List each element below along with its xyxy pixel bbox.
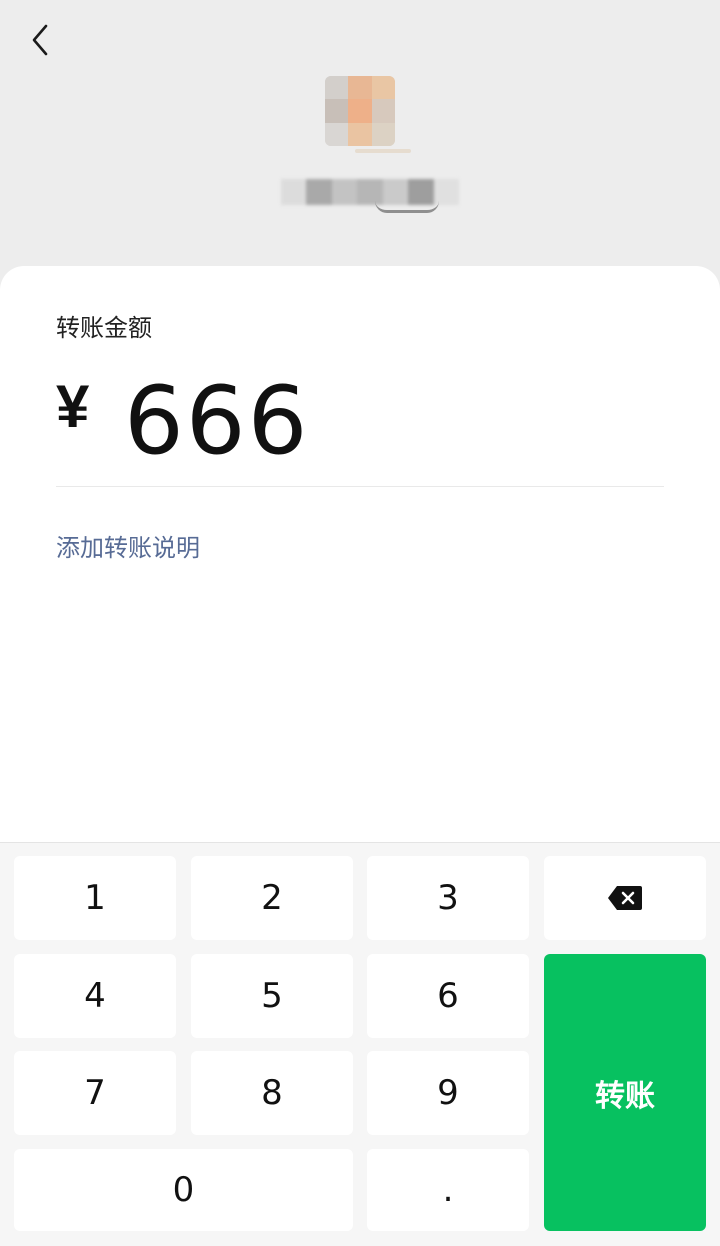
key-7[interactable]: 7	[14, 1051, 176, 1135]
transfer-card: 转账金额 ¥ 666 添加转账说明	[0, 266, 720, 846]
avatar-decoration	[355, 149, 411, 153]
amount-input[interactable]: ¥ 666	[56, 374, 309, 470]
numeric-keypad: 1 2 3 4 5 6 7 8 9 0 . 转账	[0, 842, 720, 1246]
back-button[interactable]	[22, 20, 58, 60]
key-decimal[interactable]: .	[367, 1149, 529, 1231]
backspace-icon	[608, 886, 642, 910]
currency-symbol: ¥	[56, 373, 90, 440]
chevron-left-icon	[32, 24, 48, 56]
header	[0, 0, 720, 290]
key-6[interactable]: 6	[367, 954, 529, 1038]
amount-divider	[56, 486, 664, 487]
key-8[interactable]: 8	[191, 1051, 353, 1135]
key-1[interactable]: 1	[14, 856, 176, 940]
key-4[interactable]: 4	[14, 954, 176, 1038]
amount-label: 转账金额	[56, 314, 152, 342]
transfer-button[interactable]: 转账	[544, 954, 706, 1231]
recipient-avatar	[325, 76, 395, 146]
key-2[interactable]: 2	[191, 856, 353, 940]
backspace-button[interactable]	[544, 856, 706, 940]
key-5[interactable]: 5	[191, 954, 353, 1038]
recipient-name-fragment	[375, 192, 439, 213]
key-0[interactable]: 0	[14, 1149, 353, 1231]
key-3[interactable]: 3	[367, 856, 529, 940]
amount-value: 666	[124, 367, 310, 476]
key-9[interactable]: 9	[367, 1051, 529, 1135]
add-transfer-note-link[interactable]: 添加转账说明	[56, 528, 200, 563]
